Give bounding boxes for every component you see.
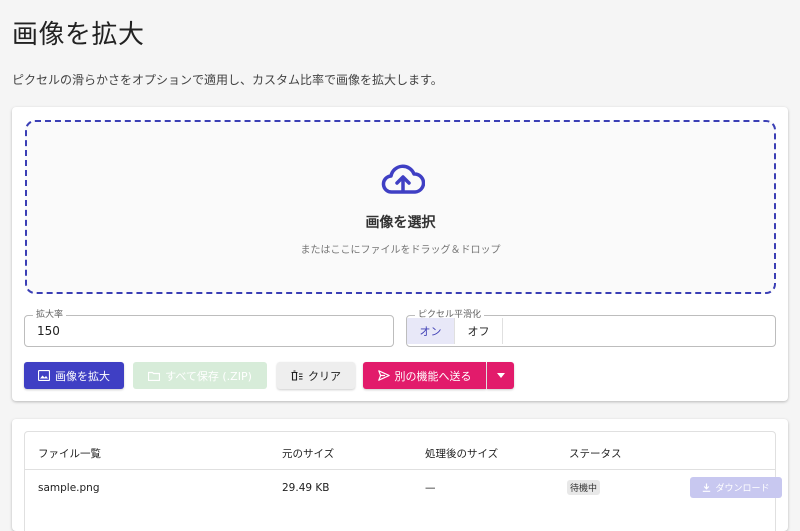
- dropzone-hint: またはここにファイルをドラッグ＆ドロップ: [300, 245, 501, 256]
- processed-size-cell: —: [425, 482, 436, 494]
- dropzone-title: 画像を選択: [365, 215, 436, 231]
- clear-list-icon: [291, 370, 303, 381]
- save-all-zip-button-label: すべて保存 (.ZIP): [165, 369, 252, 383]
- smoothing-toggle: オン オフ: [407, 318, 503, 344]
- enlarge-button[interactable]: 画像を拡大: [24, 362, 124, 389]
- column-header-processed-size: 処理後のサイズ: [425, 448, 499, 460]
- smoothing-on-option[interactable]: オン: [407, 318, 455, 344]
- main-card: 画像を選択 またはここにファイルをドラッグ＆ドロップ 拡大率 150 ピクセル平…: [12, 107, 788, 401]
- column-header-status: ステータス: [569, 448, 622, 460]
- image-icon: [38, 370, 50, 381]
- enlarge-button-label: 画像を拡大: [55, 369, 110, 383]
- download-button-label: ダウンロード: [715, 484, 770, 494]
- file-table: ファイル一覧 元のサイズ 処理後のサイズ ステータス sample.png 29…: [24, 431, 782, 531]
- file-name-cell: sample.png: [38, 482, 100, 494]
- page-subtitle: ピクセルの滑らかさをオプションで適用し、カスタム比率で画像を拡大します。: [12, 73, 443, 87]
- image-dropzone[interactable]: 画像を選択 またはここにファイルをドラッグ＆ドロップ: [25, 120, 776, 294]
- folder-icon: [148, 371, 161, 381]
- download-button[interactable]: ダウンロード: [690, 477, 782, 498]
- scale-field[interactable]: 拡大率 150: [24, 309, 394, 347]
- header-divider: [25, 469, 775, 470]
- download-icon: [703, 483, 711, 492]
- status-badge: 待機中: [567, 480, 601, 495]
- column-header-file: ファイル一覧: [38, 448, 101, 460]
- file-list-card: ファイル一覧 元のサイズ 処理後のサイズ ステータス sample.png 29…: [12, 419, 788, 531]
- scale-input[interactable]: 150: [37, 324, 60, 338]
- original-size-cell: 29.49 KB: [282, 482, 330, 494]
- save-all-zip-button[interactable]: すべて保存 (.ZIP): [133, 362, 267, 389]
- smoothing-field: ピクセル平滑化 オン オフ: [406, 309, 776, 347]
- send-to-feature-button[interactable]: 別の機能へ送る: [363, 362, 486, 389]
- send-menu-dropdown-button[interactable]: [487, 362, 514, 389]
- send-icon: [377, 370, 390, 381]
- caret-down-icon: [496, 373, 505, 378]
- cloud-upload-icon: [381, 164, 425, 194]
- page-title: 画像を拡大: [12, 20, 145, 50]
- clear-button-label: クリア: [308, 369, 341, 383]
- send-to-feature-button-label: 別の機能へ送る: [394, 369, 472, 383]
- column-header-original-size: 元のサイズ: [282, 448, 335, 460]
- smoothing-off-option[interactable]: オフ: [455, 318, 503, 344]
- scale-label: 拡大率: [33, 309, 67, 321]
- clear-button[interactable]: クリア: [277, 362, 355, 389]
